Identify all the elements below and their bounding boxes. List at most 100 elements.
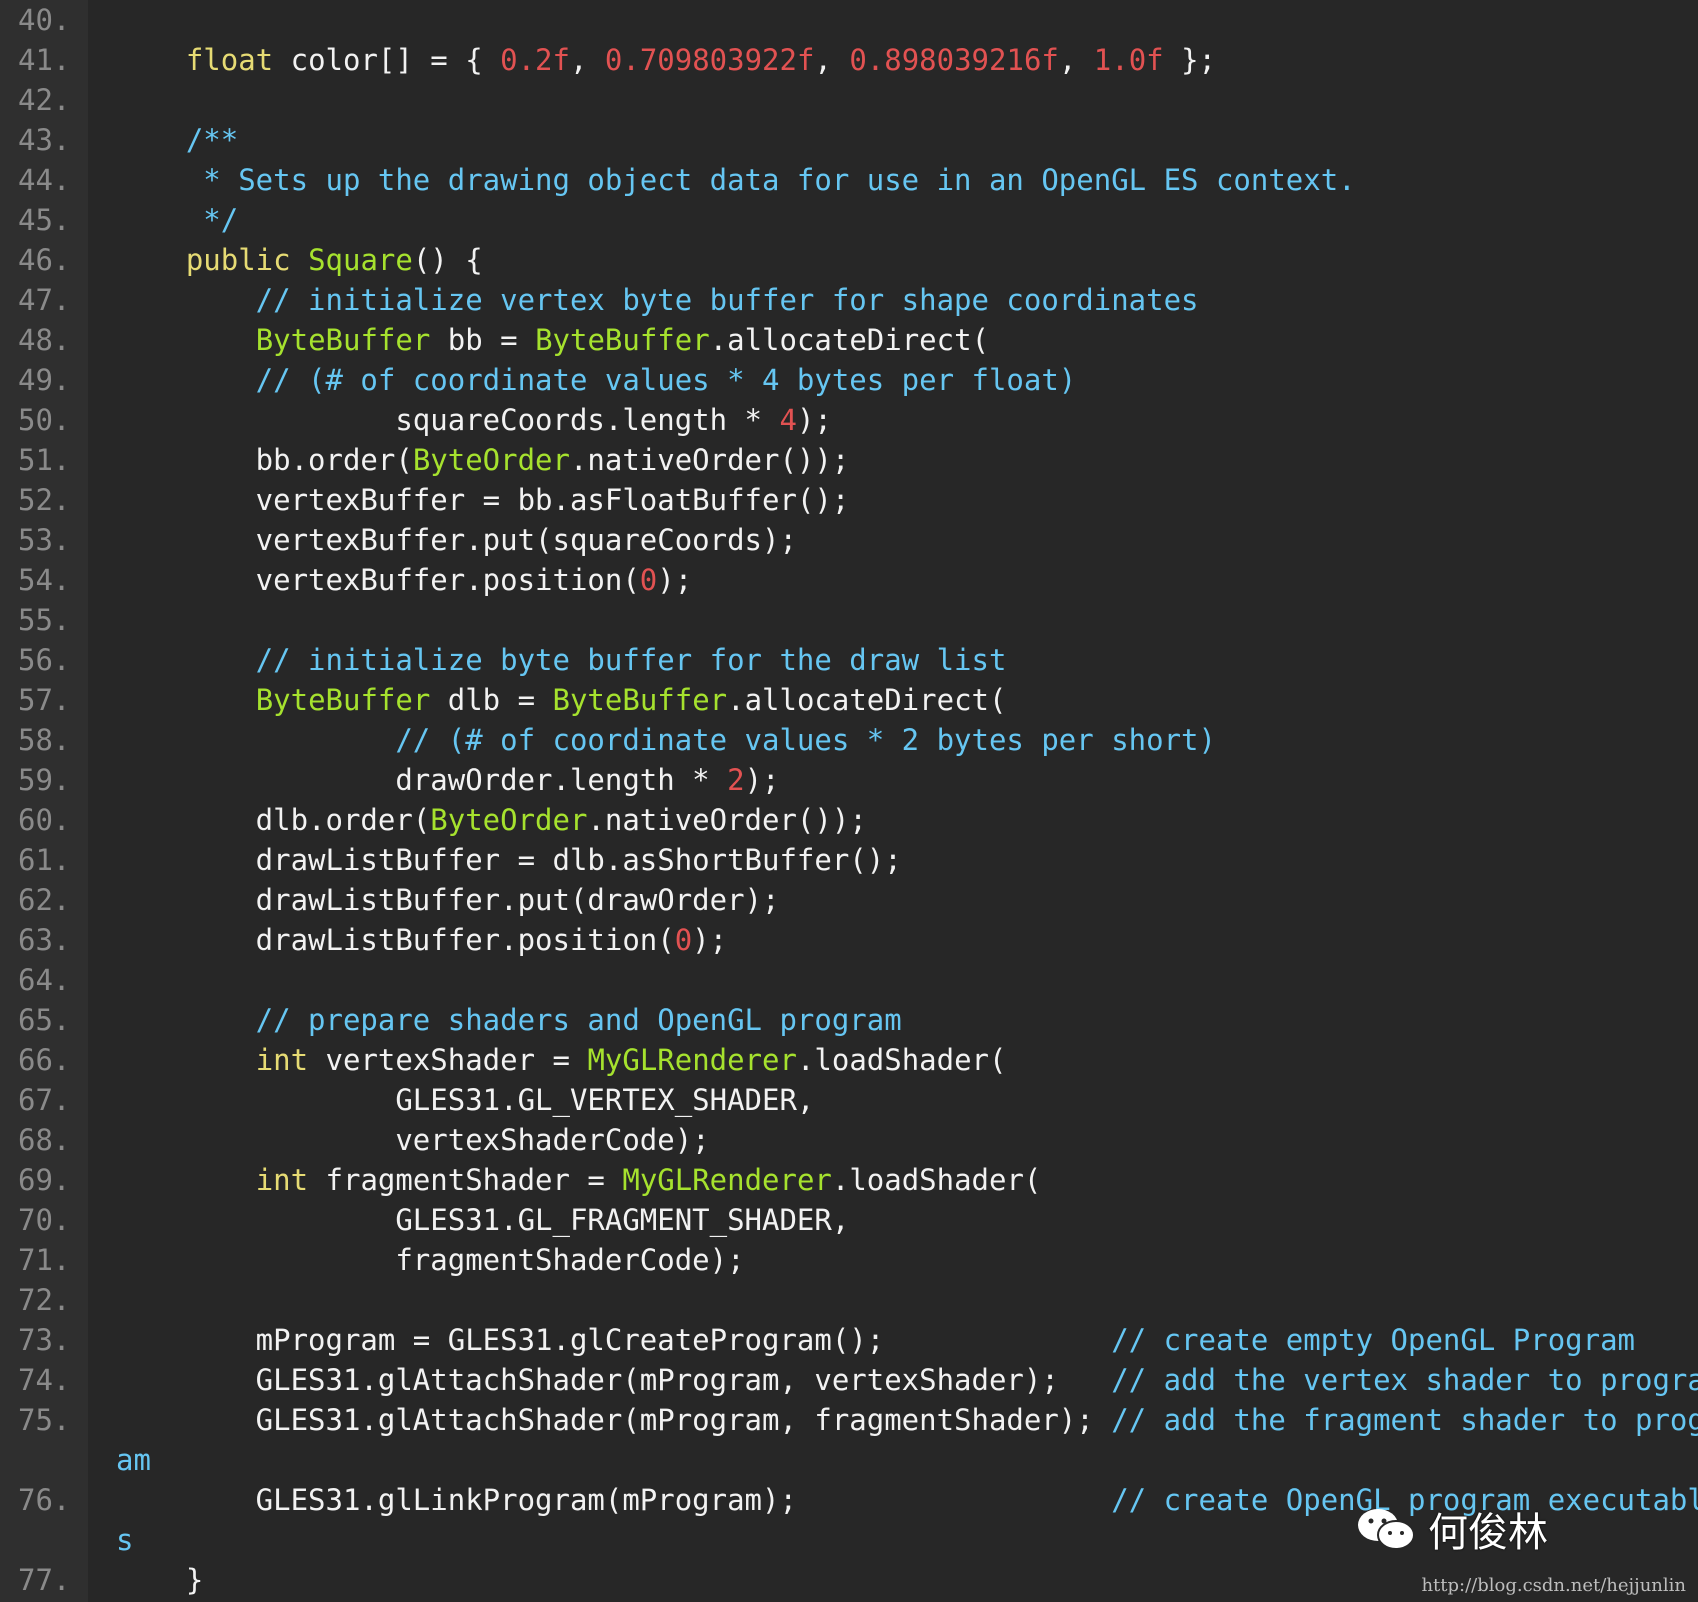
line-number: 45. [18,203,71,237]
code-line[interactable]: 74. GLES31.glAttachShader(mProgram, vert… [0,1360,1698,1400]
line-text: // (# of coordinate values * 4 bytes per… [116,360,1698,400]
line-text: dlb.order(ByteOrder.nativeOrder()); [116,800,1698,840]
code-token: 0 [674,923,693,957]
code-line[interactable]: 53. vertexBuffer.put(squareCoords); [0,520,1698,560]
code-token: ByteOrder [412,443,570,477]
code-token: // add the fragment shader to progr [1111,1403,1698,1437]
line-text: ByteBuffer bb = ByteBuffer.allocateDirec… [116,320,1698,360]
line-text: ByteBuffer dlb = ByteBuffer.allocateDire… [116,680,1698,720]
code-line[interactable]: 41. float color[] = { 0.2f, 0.709803922f… [0,40,1698,80]
line-text: public Square() { [116,240,1698,280]
line-number: 73. [18,1323,71,1357]
code-token: drawListBuffer = dlb.asShortBuffer(); [116,843,902,877]
code-token: ); [692,923,728,957]
line-number: 75. [18,1403,71,1437]
code-line[interactable]: 68. vertexShaderCode); [0,1120,1698,1160]
code-token: 0 [639,563,658,597]
line-text: float color[] = { 0.2f, 0.709803922f, 0.… [116,40,1698,80]
code-line[interactable]: 46. public Square() { [0,240,1698,280]
code-line[interactable]: 48. ByteBuffer bb = ByteBuffer.allocateD… [0,320,1698,360]
code-line[interactable]: 55. [0,600,1698,640]
code-line[interactable]: 72. [0,1280,1698,1320]
code-token: // (# of coordinate values * 2 bytes per… [116,723,1216,757]
line-number: 63. [18,923,71,957]
line-number: 50. [18,403,71,437]
line-text: am [116,1440,1698,1480]
code-line[interactable]: 58. // (# of coordinate values * 2 bytes… [0,720,1698,760]
code-token: , [569,43,605,77]
line-text: GLES31.GL_VERTEX_SHADER, [116,1080,1698,1120]
line-number: 70. [18,1203,71,1237]
code-token: GLES31.GL_VERTEX_SHADER, [116,1083,815,1117]
code-line[interactable]: 50. squareCoords.length * 4); [0,400,1698,440]
line-number: 62. [18,883,71,917]
code-line[interactable]: 40. [0,0,1698,40]
code-line[interactable]: 49. // (# of coordinate values * 4 bytes… [0,360,1698,400]
code-token: Square [308,243,413,277]
code-line[interactable]: 44. * Sets up the drawing object data fo… [0,160,1698,200]
code-token: .allocateDirect( [727,683,1007,717]
code-token: // add the vertex shader to program [1111,1363,1698,1397]
code-line[interactable]: 60. dlb.order(ByteOrder.nativeOrder()); [0,800,1698,840]
code-line[interactable]: 57. ByteBuffer dlb = ByteBuffer.allocate… [0,680,1698,720]
code-line[interactable]: 65. // prepare shaders and OpenGL progra… [0,1000,1698,1040]
line-number: 77. [18,1563,71,1597]
line-number: 41. [18,43,71,77]
code-line[interactable]: 63. drawListBuffer.position(0); [0,920,1698,960]
code-line[interactable]: 67. GLES31.GL_VERTEX_SHADER, [0,1080,1698,1120]
code-token: vertexShader = [308,1043,588,1077]
line-text: GLES31.glAttachShader(mProgram, vertexSh… [116,1360,1698,1400]
line-text: drawListBuffer.put(drawOrder); [116,880,1698,920]
code-line[interactable]: 45. */ [0,200,1698,240]
line-number: 60. [18,803,71,837]
code-line[interactable]: 59. drawOrder.length * 2); [0,760,1698,800]
line-text: /** [116,120,1698,160]
code-line[interactable]: 47. // initialize vertex byte buffer for… [0,280,1698,320]
code-token: , [814,43,850,77]
code-line[interactable]: 71. fragmentShaderCode); [0,1240,1698,1280]
code-line[interactable]: 61. drawListBuffer = dlb.asShortBuffer()… [0,840,1698,880]
code-line[interactable]: 52. vertexBuffer = bb.asFloatBuffer(); [0,480,1698,520]
code-token: public [185,243,291,277]
line-text: GLES31.GL_FRAGMENT_SHADER, [116,1200,1698,1240]
line-number: 68. [18,1123,71,1157]
code-line[interactable]: 51. bb.order(ByteOrder.nativeOrder()); [0,440,1698,480]
line-number: 76. [18,1483,71,1517]
line-number: 51. [18,443,71,477]
code-token: bb.order( [116,443,413,477]
code-line[interactable]: 62. drawListBuffer.put(drawOrder); [0,880,1698,920]
line-text: // prepare shaders and OpenGL program [116,1000,1698,1040]
line-text: vertexShaderCode); [116,1120,1698,1160]
code-token: // initialize byte buffer for the draw l… [116,643,1007,677]
line-number: 69. [18,1163,71,1197]
code-line[interactable]: 64. [0,960,1698,1000]
code-token: GLES31.GL_FRAGMENT_SHADER, [116,1203,850,1237]
watermark: 何俊林 [1354,1500,1548,1558]
code-line[interactable]: 70. GLES31.GL_FRAGMENT_SHADER, [0,1200,1698,1240]
line-number: 43. [18,123,71,157]
code-line[interactable]: 54. vertexBuffer.position(0); [0,560,1698,600]
code-token: ByteOrder [430,803,588,837]
code-line[interactable]: 75. GLES31.glAttachShader(mProgram, frag… [0,1400,1698,1440]
code-token: () { [412,243,483,277]
code-line[interactable]: 42. [0,80,1698,120]
line-number: 59. [18,763,71,797]
code-editor[interactable]: 40. 41. float color[] = { 0.2f, 0.7098039… [0,0,1698,1602]
wechat-icon [1358,1509,1415,1550]
code-token: drawListBuffer.put(drawOrder); [116,883,780,917]
code-line[interactable]: 43. /** [0,120,1698,160]
code-token: ); [744,763,780,797]
code-token: * Sets up the drawing object data for us… [116,163,1356,197]
code-line[interactable]: am [0,1440,1698,1480]
code-line[interactable]: 73. mProgram = GLES31.glCreateProgram();… [0,1320,1698,1360]
code-line[interactable]: 66. int vertexShader = MyGLRenderer.load… [0,1040,1698,1080]
line-number: 44. [18,163,71,197]
code-area[interactable]: 40. 41. float color[] = { 0.2f, 0.7098039… [0,0,1698,1602]
code-token: fragmentShaderCode); [116,1243,745,1277]
code-token: int [255,1163,309,1197]
code-line[interactable]: 56. // initialize byte buffer for the dr… [0,640,1698,680]
code-token: MyGLRenderer [622,1163,832,1197]
code-line[interactable]: 69. int fragmentShader = MyGLRenderer.lo… [0,1160,1698,1200]
